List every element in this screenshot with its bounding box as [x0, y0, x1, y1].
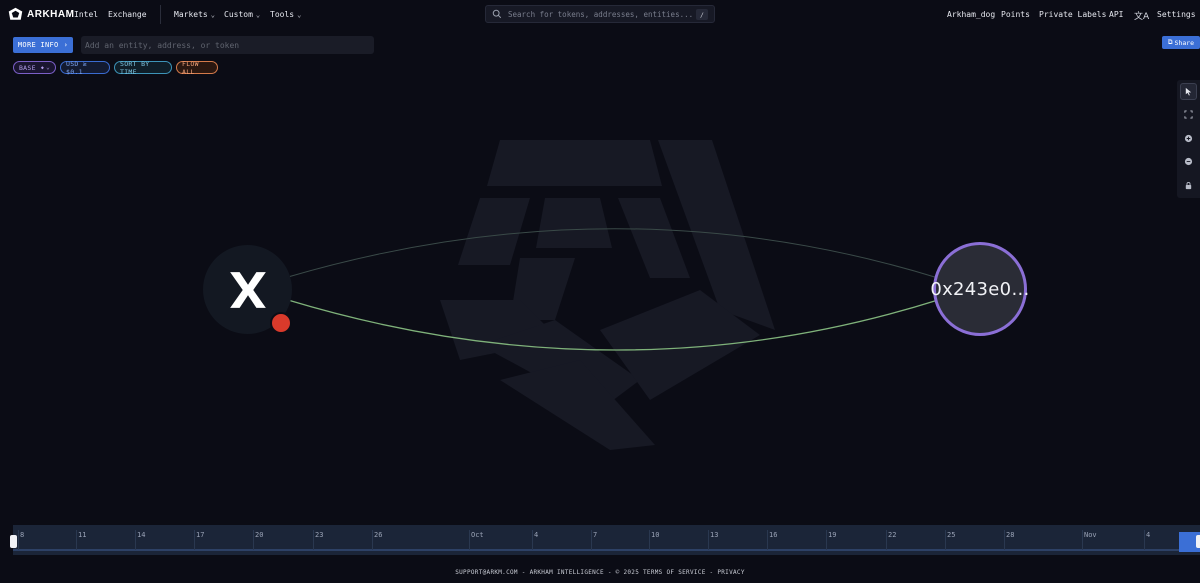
timeline-tick-line: [532, 530, 533, 550]
address-node[interactable]: 0x243e0…: [930, 242, 1030, 336]
nav-custom-label: Custom: [224, 10, 253, 19]
more-info-button[interactable]: MORE INFO ›: [13, 37, 73, 53]
flow-filter-chip[interactable]: FLOW ALL: [176, 59, 218, 76]
search-shortcut-key: /: [696, 9, 708, 20]
nav-tools-label: Tools: [270, 10, 295, 19]
brand-name: ARKHAM: [27, 9, 75, 20]
nav-intel[interactable]: Intel: [74, 10, 98, 19]
nav-markets[interactable]: Markets ⌄: [174, 10, 215, 19]
more-info-label: MORE INFO: [17, 41, 59, 49]
timeline-tick-line: [708, 530, 709, 550]
timeline-tick-label: 8: [20, 531, 25, 539]
sort-by-time-chip[interactable]: SORT BY TIME: [114, 59, 172, 76]
timeline-tick-label: 26: [374, 531, 383, 539]
timeline-tick-line: [18, 530, 19, 550]
timeline-tick-line: [194, 530, 195, 550]
timeline-tick-line: [826, 530, 827, 550]
timeline-handle-right[interactable]: [1196, 535, 1200, 548]
nav-settings[interactable]: Settings: [1157, 10, 1196, 19]
entity-badge-red-dot: [270, 312, 292, 334]
timeline-tick-label: 13: [710, 531, 719, 539]
chain-filter-chip[interactable]: BASE ◆ ⌄: [13, 61, 56, 74]
timeline-tick-label: 23: [315, 531, 324, 539]
timeline-tick-label: 11: [78, 531, 87, 539]
timeline-tick-label: 28: [1006, 531, 1015, 539]
address-node-label: 0x243e0…: [930, 278, 1030, 300]
arkham-logo-icon: [8, 7, 23, 20]
nav-api[interactable]: API: [1109, 10, 1123, 19]
chevron-right-icon: ›: [63, 41, 69, 49]
nav-divider: [160, 5, 161, 24]
timeline-tick-line: [1004, 530, 1005, 550]
nav-tools[interactable]: Tools ⌄: [270, 10, 301, 19]
global-search[interactable]: Search for tokens, addresses, entities..…: [485, 5, 715, 23]
timeline-tick-line: [76, 530, 77, 550]
timeline-tick-label: Oct: [471, 531, 484, 539]
share-button[interactable]: ⧉ Share: [1162, 36, 1200, 49]
nav-points[interactable]: Points: [1001, 10, 1030, 19]
timeline-tick-line: [945, 530, 946, 550]
timeline-tick-line: [313, 530, 314, 550]
chain-filter-label: BASE: [18, 63, 36, 72]
footer: SUPPORT@ARKM.COM - ARKHAM INTELLIGENCE -…: [0, 569, 1200, 576]
arkham-watermark-icon: [440, 140, 775, 450]
timeline-tick-label: 4: [534, 531, 539, 539]
timeline-tick-label: 7: [593, 531, 598, 539]
nav-user[interactable]: Arkham_dog: [947, 10, 995, 19]
nav-custom[interactable]: Custom ⌄: [224, 10, 260, 19]
timeline-tick-line: [591, 530, 592, 550]
nav-markets-label: Markets: [174, 10, 208, 19]
usd-filter-chip[interactable]: USD ≥ $0.1: [60, 59, 110, 76]
search-icon: [492, 9, 502, 19]
chevron-down-icon: ⌄: [297, 11, 302, 19]
timeline-tick-line: [1082, 530, 1083, 550]
chevron-down-icon: ⌄: [46, 64, 51, 71]
timeline-tick-label: 19: [828, 531, 837, 539]
footer-text: SUPPORT@ARKM.COM - ARKHAM INTELLIGENCE -…: [455, 569, 745, 576]
timeline-tick-line: [886, 530, 887, 550]
share-icon: ⧉: [1167, 38, 1173, 46]
share-label: Share: [1174, 38, 1195, 47]
sort-label: SORT BY TIME: [120, 59, 150, 76]
timeline-tick-line: [253, 530, 254, 550]
search-placeholder: Search for tokens, addresses, entities..…: [508, 10, 694, 19]
timeline-tick-line: [135, 530, 136, 550]
timeline[interactable]: [13, 525, 1200, 555]
timeline-tick-line: [372, 530, 373, 550]
timeline-tick-label: 22: [888, 531, 897, 539]
timeline-track: [13, 549, 1200, 551]
timeline-tick-label: 25: [947, 531, 956, 539]
brand-logo[interactable]: ARKHAM: [8, 7, 74, 22]
chevron-down-icon: ⌄: [210, 11, 215, 19]
entity-input-placeholder: Add an entity, address, or token: [85, 41, 240, 50]
timeline-tick-line: [1144, 530, 1145, 550]
timeline-tick-label: 10: [651, 531, 660, 539]
timeline-tick-line: [767, 530, 768, 550]
nav-private-labels[interactable]: Private Labels: [1039, 10, 1106, 19]
timeline-tick-label: 16: [769, 531, 778, 539]
timeline-tick-label: 14: [137, 531, 146, 539]
timeline-tick-label: 4: [1146, 531, 1151, 539]
timeline-tick-line: [469, 530, 470, 550]
top-nav: ARKHAM Intel Exchange Markets ⌄ Custom ⌄ T…: [0, 0, 1200, 29]
nav-exchange[interactable]: Exchange: [108, 10, 147, 19]
timeline-tick-label: Nov: [1084, 531, 1097, 539]
translate-icon[interactable]: 文A: [1134, 9, 1149, 22]
timeline-tick-label: 20: [255, 531, 264, 539]
chain-logo-icon: ◆: [40, 64, 45, 71]
x-logo-icon: [229, 271, 266, 308]
usd-filter-label: USD ≥ $0.1: [66, 59, 88, 76]
flow-label: FLOW ALL: [182, 59, 199, 76]
timeline-tick-label: 17: [196, 531, 205, 539]
timeline-handle-left[interactable]: [10, 535, 17, 548]
timeline-tick-line: [649, 530, 650, 550]
graph-edge-top[interactable]: [287, 228, 939, 279]
chevron-down-icon: ⌄: [255, 11, 261, 19]
